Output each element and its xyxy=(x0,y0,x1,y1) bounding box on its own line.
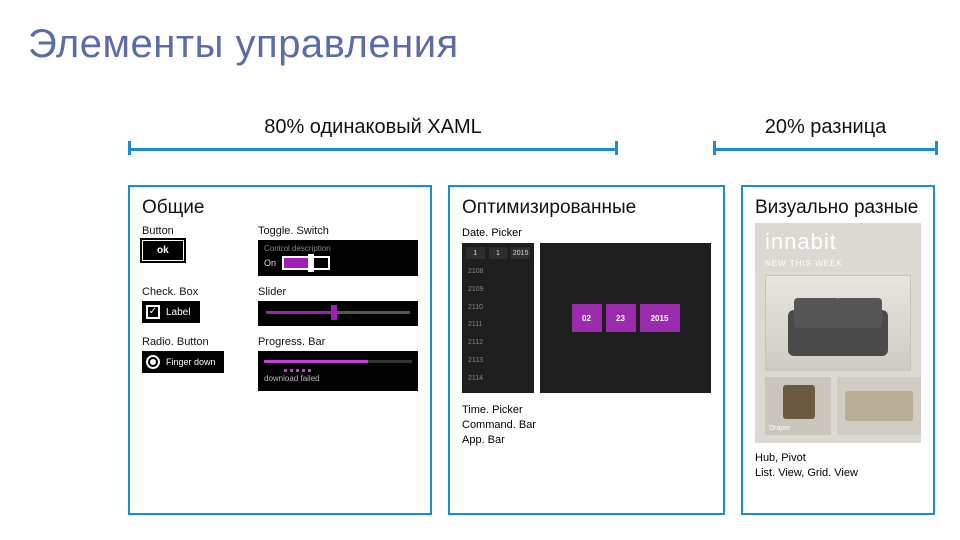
hub-tile[interactable]: Draper xyxy=(765,377,831,435)
hub-mock-title: innabit xyxy=(765,229,837,255)
sofa-icon xyxy=(788,310,888,356)
dp-sel-year[interactable]: 2015 xyxy=(511,247,530,259)
list-item: App. Bar xyxy=(462,433,711,448)
bracket-80-label: 80% одинаковый XAML xyxy=(128,116,618,139)
chair-icon xyxy=(783,385,815,419)
bracket-20-label: 20% разница xyxy=(713,116,938,139)
dp-tile-year[interactable]: 2015 xyxy=(640,304,680,332)
column-general: Общие Button ok Toggle. Switch Control d… xyxy=(128,185,432,515)
bracket-20-bar xyxy=(713,148,938,151)
demo-button[interactable]: ok xyxy=(142,240,184,261)
column-optimized-title: Оптимизированные xyxy=(462,197,711,219)
hub-hero-image xyxy=(765,275,911,371)
demo-progress: download failed xyxy=(258,351,418,391)
bracket-tick xyxy=(615,141,618,155)
toggle-switch[interactable] xyxy=(282,256,330,270)
dp-tile-day[interactable]: 23 xyxy=(606,304,636,332)
visual-list: Hub, Pivot List. View, Grid. View xyxy=(755,451,921,481)
dp-year-list: 2108 2109 2110 2111 2112 2113 2114 xyxy=(468,263,528,387)
list-item: Command. Bar xyxy=(462,418,711,433)
column-general-title: Общие xyxy=(142,197,418,219)
cell-progress: Progress. Bar download failed xyxy=(258,336,418,391)
column-visual-title: Визуально разные xyxy=(755,197,921,219)
dp-sel-month[interactable]: 1 xyxy=(466,247,485,259)
cell-checkbox: Check. Box ✓ Label xyxy=(142,286,250,326)
bracket-tick xyxy=(713,141,716,155)
column-optimized: Оптимизированные Date. Picker 1 1 2015 2… xyxy=(448,185,725,515)
cell-toggle: Toggle. Switch Control description On xyxy=(258,225,418,276)
datepicker-demos: 1 1 2015 2108 2109 2110 2111 2112 2113 2… xyxy=(462,243,711,393)
radio-label: Finger down xyxy=(166,357,216,367)
progress-fail-text: download failed xyxy=(264,374,412,383)
demo-toggle: Control description On xyxy=(258,240,418,276)
label-button: Button xyxy=(142,225,250,237)
brackets: 80% одинаковый XAML 20% разница xyxy=(128,120,935,164)
datepicker-phone[interactable]: 1 1 2015 2108 2109 2110 2111 2112 2113 2… xyxy=(462,243,534,393)
label-toggle: Toggle. Switch xyxy=(258,225,418,237)
cell-button: Button ok xyxy=(142,225,250,276)
hub-tile-label: Draper xyxy=(769,425,790,432)
hub-tile[interactable] xyxy=(837,377,921,435)
demo-checkbox[interactable]: ✓ Label xyxy=(142,301,200,323)
toggle-desc: Control description xyxy=(264,244,412,253)
cell-slider: Slider xyxy=(258,286,418,326)
toggle-state: On xyxy=(264,258,276,268)
optimized-list: Time. Picker Command. Bar App. Bar xyxy=(462,403,711,448)
hub-mock-subtitle: NEW THIS WEEK xyxy=(765,259,843,268)
datepicker-tablet[interactable]: 02 23 2015 xyxy=(540,243,711,393)
label-progress: Progress. Bar xyxy=(258,336,418,348)
bracket-tick xyxy=(935,141,938,155)
columns: Общие Button ok Toggle. Switch Control d… xyxy=(128,185,935,515)
label-datepicker: Date. Picker xyxy=(462,227,711,239)
dp-sel-day[interactable]: 1 xyxy=(489,247,508,259)
general-grid: Button ok Toggle. Switch Control descrip… xyxy=(142,225,418,391)
demo-slider[interactable] xyxy=(258,301,418,326)
bracket-80-bar xyxy=(128,148,618,151)
column-visual: Визуально разные innabit NEW THIS WEEK D… xyxy=(741,185,935,515)
radio-icon xyxy=(146,355,160,369)
bed-icon xyxy=(845,391,913,421)
list-item: Time. Picker xyxy=(462,403,711,418)
label-slider: Slider xyxy=(258,286,418,298)
label-checkbox: Check. Box xyxy=(142,286,250,298)
cell-radio: Radio. Button Finger down xyxy=(142,336,250,391)
label-radio: Radio. Button xyxy=(142,336,250,348)
bracket-tick xyxy=(128,141,131,155)
hub-mock: innabit NEW THIS WEEK Draper xyxy=(755,223,921,443)
check-icon: ✓ xyxy=(146,305,160,319)
checkbox-label: Label xyxy=(166,307,190,318)
dp-tile-month[interactable]: 02 xyxy=(572,304,602,332)
demo-radio[interactable]: Finger down xyxy=(142,351,224,373)
slide-title: Элементы управления xyxy=(28,22,459,67)
